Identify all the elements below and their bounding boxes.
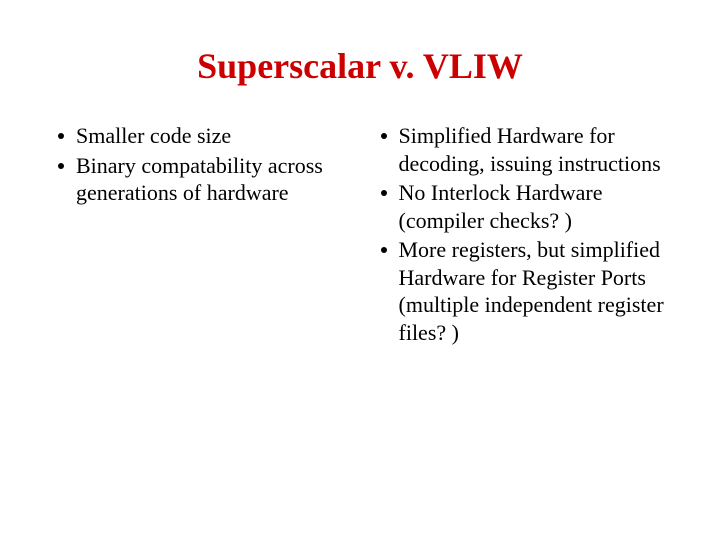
list-item: Simplified Hardware for decoding, issuin… <box>373 122 671 177</box>
slide-title: Superscalar v. VLIW <box>50 45 670 87</box>
left-column: Smaller code size Binary compatability a… <box>50 122 348 348</box>
list-item: More registers, but simplified Hardware … <box>373 236 671 346</box>
bullet-icon <box>381 133 387 139</box>
list-item: Binary compatability across generations … <box>50 152 348 207</box>
bullet-icon <box>58 133 64 139</box>
bullet-icon <box>58 163 64 169</box>
bullet-text: Binary compatability across generations … <box>76 152 348 207</box>
bullet-text: No Interlock Hardware (compiler checks? … <box>399 179 671 234</box>
bullet-text: Simplified Hardware for decoding, issuin… <box>399 122 671 177</box>
bullet-icon <box>381 190 387 196</box>
columns-container: Smaller code size Binary compatability a… <box>50 122 670 348</box>
list-item: Smaller code size <box>50 122 348 150</box>
list-item: No Interlock Hardware (compiler checks? … <box>373 179 671 234</box>
bullet-text: More registers, but simplified Hardware … <box>399 236 671 346</box>
bullet-text: Smaller code size <box>76 122 348 150</box>
slide-container: Superscalar v. VLIW Smaller code size Bi… <box>0 0 720 540</box>
right-column: Simplified Hardware for decoding, issuin… <box>373 122 671 348</box>
bullet-icon <box>381 247 387 253</box>
